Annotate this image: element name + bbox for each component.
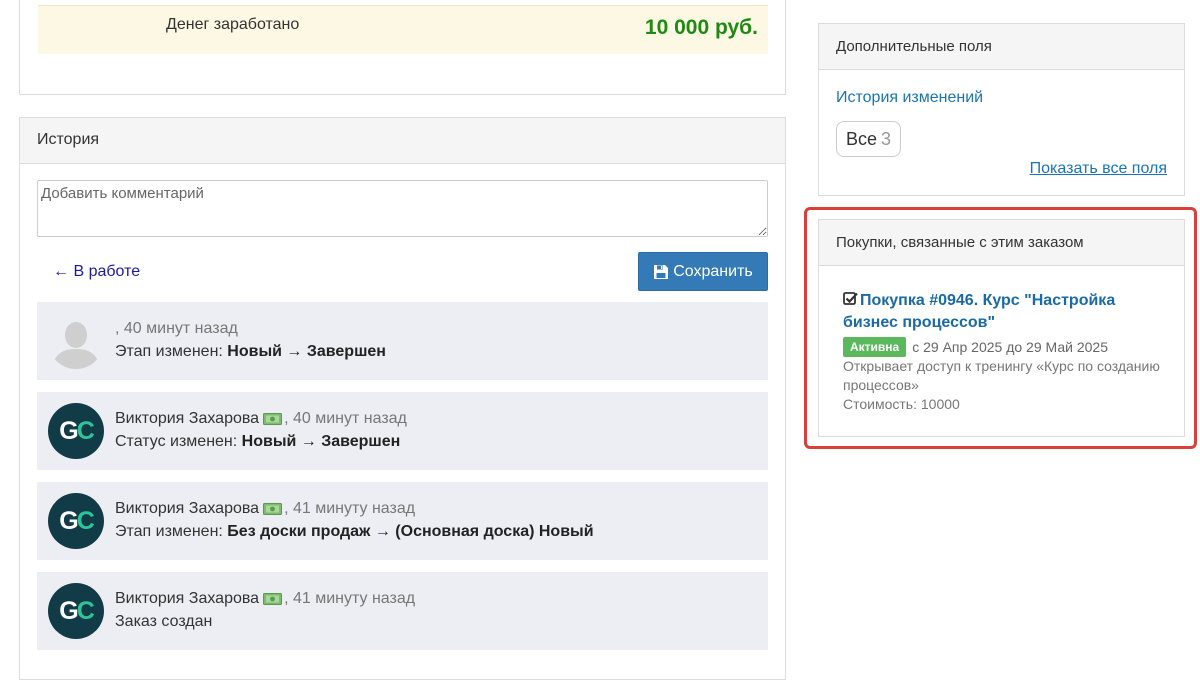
save-button[interactable]: Сохранить [638,252,768,291]
event-action-prefix: Этап изменен: [115,523,228,540]
checkbox-checked-icon [843,292,858,305]
event-author: Виктория Захарова [115,500,260,517]
show-all-fields-link[interactable]: Показать все поля [1030,160,1167,178]
earnings-panel: Денег заработано 10 000 руб. [19,0,786,95]
event-action-value: Без доски продаж → (Основная доска) Новы… [227,523,594,540]
money-icon [263,503,283,515]
earnings-row: Денег заработано 10 000 руб. [38,5,768,54]
history-event: GC Виктория Захарова , 41 минуту назад З… [37,572,768,650]
purchase-name: Покупка #0946. Курс "Настройка бизнес пр… [843,292,1116,331]
event-action: Статус изменен: Новый → Завершен [115,433,400,451]
event-action: Этап изменен: Новый → Завершен [115,343,386,361]
event-action: Этап изменен: Без доски продаж → (Основн… [115,523,594,541]
all-filter-count: 3 [881,128,892,149]
history-event: GC Виктория Захарова , 41 минуту назад Э… [37,482,768,560]
event-action-prefix: Статус изменен: [115,433,242,450]
all-filter-label: Все [846,128,878,149]
avatar: GC [48,583,104,639]
purchase-cost: Стоимость: 10000 [843,396,960,412]
event-action-prefix: Этап изменен: [115,343,228,360]
save-button-label: Сохранить [673,262,753,280]
change-history-link[interactable]: История изменений [836,89,983,107]
avatar: GC [48,403,104,459]
status-badge: Активна [843,337,907,357]
back-to-work-link[interactable]: ← В работе [53,263,140,281]
event-meta: Виктория Захарова , 41 минуту назад [115,500,415,518]
event-action: Заказ создан [115,613,212,631]
purchase-description: Открывает доступ к тренингу «Курс по соз… [843,358,1160,393]
purchase-status-row: Активна с 29 Апр 2025 до 29 Май 2025 [843,337,1108,357]
history-title: История [20,118,785,164]
purchases-panel: Покупки, связанные с этим заказом Покупк… [818,219,1185,437]
event-action-value: Новый → Завершен [241,433,401,450]
history-event: GC Виктория Захарова , 40 минут назад Ст… [37,392,768,470]
purchases-title: Покупки, связанные с этим заказом [819,220,1184,266]
event-time: , 40 минут назад [284,410,407,427]
avatar: GC [48,493,104,549]
event-author: Виктория Захарова [115,590,260,607]
purchase-link[interactable]: Покупка #0946. Курс "Настройка бизнес пр… [843,290,1163,334]
extra-fields-title: Дополнительные поля [819,24,1184,70]
earnings-value: 10 000 руб. [644,16,758,39]
history-event: , 40 минут назад Этап изменен: Новый → З… [37,302,768,380]
floppy-disk-icon [654,264,669,279]
event-meta: Виктория Захарова , 41 минуту назад [115,590,415,608]
extra-fields-panel: Дополнительные поля История изменений Вс… [818,23,1185,196]
history-panel: История ← В работе Сохранить , 40 минут … [19,117,786,680]
comment-input[interactable] [37,180,768,237]
event-meta: Виктория Захарова , 40 минут назад [115,410,407,428]
earnings-label: Денег заработано [166,16,300,33]
purchase-period: с 29 Апр 2025 до 29 Май 2025 [912,339,1108,355]
event-action-prefix: Заказ создан [115,613,213,630]
all-filter-pill[interactable]: Все 3 [836,121,902,157]
event-author: Виктория Захарова [115,410,260,427]
user-silhouette-icon [52,322,100,369]
event-action-value: Новый → Завершен [227,343,386,360]
event-time: , 41 минуту назад [284,500,416,517]
money-icon [263,593,283,605]
event-time: , 41 минуту назад [284,590,416,607]
money-icon [263,413,283,425]
event-time: , 40 минут назад [115,320,238,337]
event-meta: , 40 минут назад [115,320,238,338]
default-avatar [48,313,104,369]
